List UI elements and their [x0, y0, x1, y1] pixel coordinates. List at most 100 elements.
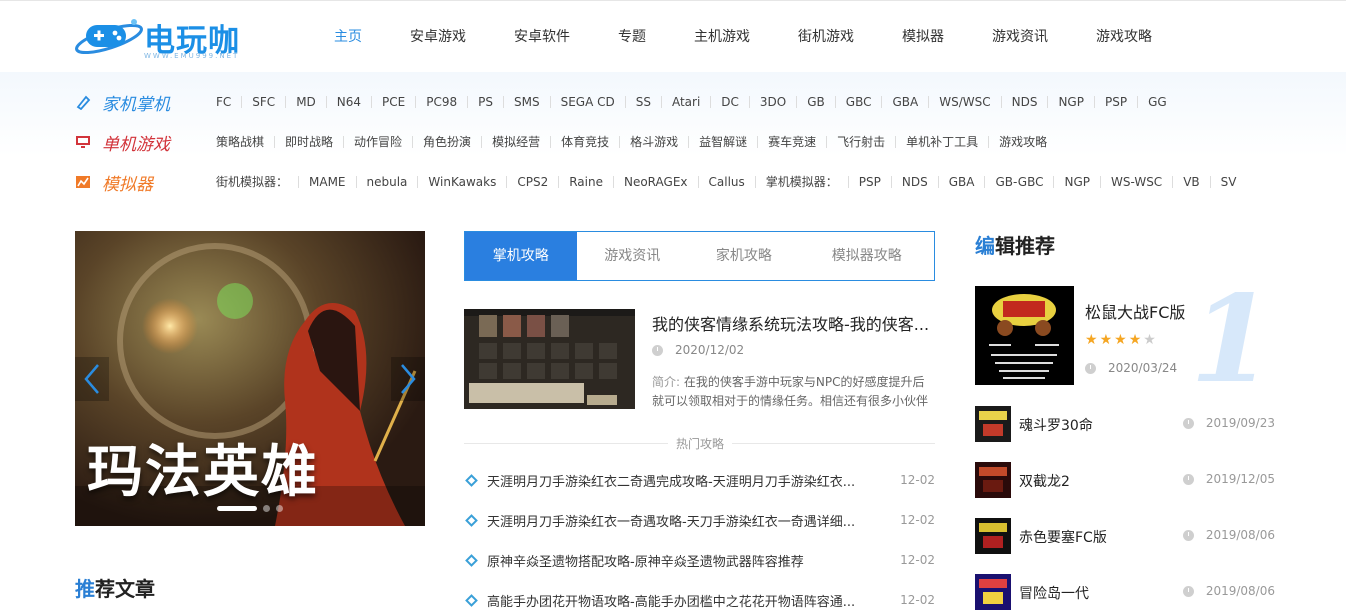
slider-prev-button[interactable] [75, 357, 109, 401]
category-link[interactable]: GBC [836, 96, 883, 108]
game-name[interactable]: 双截龙2 [1019, 471, 1070, 491]
date-text: 2019/08/06 [1205, 528, 1275, 542]
category-link[interactable]: NGP [1054, 176, 1101, 188]
list-item[interactable]: 天涯明月刀手游染红衣一奇遇攻略-天刀手游染红衣一奇遇详细... 12-02 [464, 500, 935, 540]
game-cover-image[interactable] [975, 406, 1011, 442]
category-link[interactable]: PC98 [416, 96, 469, 108]
category-link[interactable]: NGP [1048, 96, 1095, 108]
game-cover-image[interactable] [975, 518, 1011, 554]
category-link[interactable]: GG [1138, 96, 1177, 108]
tab-handheld-guides[interactable]: 掌机攻略 [465, 232, 577, 280]
category-link[interactable]: 即时战略 [275, 136, 345, 148]
category-link[interactable]: FC [216, 96, 243, 108]
banner-slider[interactable]: 玛法英雄 [75, 231, 425, 526]
category-link[interactable]: PCE [372, 96, 417, 108]
nav-emulators[interactable]: 模拟器 [878, 1, 968, 73]
tab-emulator-guides[interactable]: 模拟器攻略 [800, 232, 934, 280]
category-title[interactable]: 家机掌机 [102, 90, 170, 115]
article-title[interactable]: 天涯明月刀手游染红衣一奇遇攻略-天刀手游染红衣一奇遇详细... [487, 511, 895, 530]
category-link[interactable]: Callus [699, 176, 756, 188]
article-title[interactable]: 原神辛焱圣遗物搭配攻略-原神辛焱圣遗物武器阵容推荐 [487, 551, 895, 570]
category-link[interactable]: NDS [1002, 96, 1049, 108]
game-name[interactable]: 魂斗罗30命 [1019, 415, 1093, 435]
category-link[interactable]: GBA [882, 96, 930, 108]
category-link[interactable]: Raine [559, 176, 614, 188]
featured-article[interactable]: 我的侠客情缘系统玩法攻略-我的侠客... 2020/12/02 简介: 在我的侠… [464, 309, 935, 409]
category-link[interactable]: NDS [892, 176, 939, 188]
category-link[interactable]: 3DO [750, 96, 798, 108]
nav-arcade-games[interactable]: 街机游戏 [774, 1, 878, 73]
category-link[interactable]: SEGA CD [551, 96, 626, 108]
site-logo[interactable]: 电玩咖 WWW.EMU999.NET [74, 13, 244, 63]
game-cover-image[interactable] [975, 462, 1011, 498]
game-name[interactable]: 冒险岛一代 [1019, 583, 1089, 603]
category-link[interactable]: 游戏攻略 [989, 136, 1057, 148]
tab-console-guides[interactable]: 家机攻略 [688, 232, 800, 280]
featured-article-title[interactable]: 我的侠客情缘系统玩法攻略-我的侠客... [652, 311, 929, 335]
category-link[interactable]: WS-WSC [1101, 176, 1174, 188]
list-item[interactable]: 冒险岛一代 2019/08/06 [975, 574, 1275, 615]
category-link[interactable]: NeoRAGEx [614, 176, 699, 188]
category-link[interactable]: 格斗游戏 [620, 136, 690, 148]
list-item[interactable]: 赤色要塞FC版 2019/08/06 [975, 518, 1275, 574]
nav-game-news[interactable]: 游戏资讯 [968, 1, 1072, 73]
category-link[interactable]: PSP [1095, 96, 1139, 108]
category-link[interactable]: GB [797, 96, 836, 108]
category-link[interactable]: 益智解谜 [689, 136, 759, 148]
category-link[interactable]: GB-GBC [985, 176, 1055, 188]
category-link[interactable]: N64 [327, 96, 373, 108]
category-link[interactable]: 街机模拟器： [216, 176, 300, 188]
list-item[interactable]: 双截龙2 2019/12/05 [975, 462, 1275, 518]
category-link[interactable]: 飞行射击 [827, 136, 897, 148]
category-link[interactable]: MAME [299, 176, 357, 188]
category-link[interactable]: SFC [242, 96, 287, 108]
article-title[interactable]: 天涯明月刀手游染红衣二奇遇完成攻略-天涯明月刀手游染红衣... [487, 471, 895, 490]
category-link[interactable]: PS [468, 96, 504, 108]
category-link[interactable]: PSP [849, 176, 892, 188]
nav-android-games[interactable]: 安卓游戏 [386, 1, 490, 73]
category-link[interactable]: VB [1173, 176, 1211, 188]
category-link[interactable]: SV [1211, 176, 1247, 188]
article-title[interactable]: 高能手办团花开物语攻略-高能手办团槛中之花花开物语阵容通... [487, 591, 895, 610]
category-link[interactable]: SMS [504, 96, 551, 108]
editor-pick-top[interactable]: 松鼠大战FC版 ★ ★ ★ ★ ★ 2020/03/24 [975, 286, 1275, 386]
category-link[interactable]: 单机补丁工具 [896, 136, 990, 148]
nav-android-software[interactable]: 安卓软件 [490, 1, 594, 73]
category-title[interactable]: 模拟器 [102, 170, 153, 195]
slider-next-button[interactable] [391, 357, 425, 401]
list-item[interactable]: 高能手办团花开物语攻略-高能手办团槛中之花花开物语阵容通... 12-02 [464, 580, 935, 615]
category-link[interactable]: MD [286, 96, 327, 108]
category-link[interactable]: 赛车竞速 [758, 136, 828, 148]
category-link[interactable]: 动作冒险 [344, 136, 414, 148]
featured-article-thumbnail[interactable] [464, 309, 635, 409]
category-link[interactable]: WinKawaks [418, 176, 508, 188]
list-item[interactable]: 魂斗罗30命 2019/09/23 [975, 406, 1275, 462]
category-link[interactable]: 掌机模拟器： [756, 176, 849, 188]
list-item[interactable]: 原神辛焱圣遗物搭配攻略-原神辛焱圣遗物武器阵容推荐 12-02 [464, 540, 935, 580]
category-link[interactable]: Atari [662, 96, 712, 108]
category-link[interactable]: CPS2 [507, 176, 560, 188]
nav-topics[interactable]: 专题 [594, 1, 670, 73]
category-title[interactable]: 单机游戏 [102, 130, 170, 155]
game-cover-image[interactable] [975, 286, 1074, 385]
game-name[interactable]: 松鼠大战FC版 [1085, 299, 1185, 323]
slider-dot-active[interactable] [217, 506, 257, 511]
category-link[interactable]: SS [626, 96, 662, 108]
category-link[interactable]: 体育竞技 [551, 136, 621, 148]
category-link[interactable]: 角色扮演 [413, 136, 483, 148]
category-link[interactable]: WS/WSC [929, 96, 1002, 108]
nav-console-games[interactable]: 主机游戏 [670, 1, 774, 73]
game-name[interactable]: 赤色要塞FC版 [1019, 527, 1107, 547]
slider-dot[interactable] [263, 505, 270, 512]
game-cover-image[interactable] [975, 574, 1011, 610]
category-link[interactable]: GBA [939, 176, 986, 188]
category-link[interactable]: 模拟经营 [482, 136, 552, 148]
list-item[interactable]: 天涯明月刀手游染红衣二奇遇完成攻略-天涯明月刀手游染红衣... 12-02 [464, 460, 935, 500]
slider-dot[interactable] [276, 505, 283, 512]
tab-game-news[interactable]: 游戏资讯 [577, 232, 689, 280]
category-link[interactable]: 策略战棋 [216, 136, 276, 148]
nav-home[interactable]: 主页 [310, 1, 386, 73]
nav-game-guides[interactable]: 游戏攻略 [1072, 1, 1176, 73]
category-link[interactable]: nebula [357, 176, 419, 188]
category-link[interactable]: DC [711, 96, 750, 108]
